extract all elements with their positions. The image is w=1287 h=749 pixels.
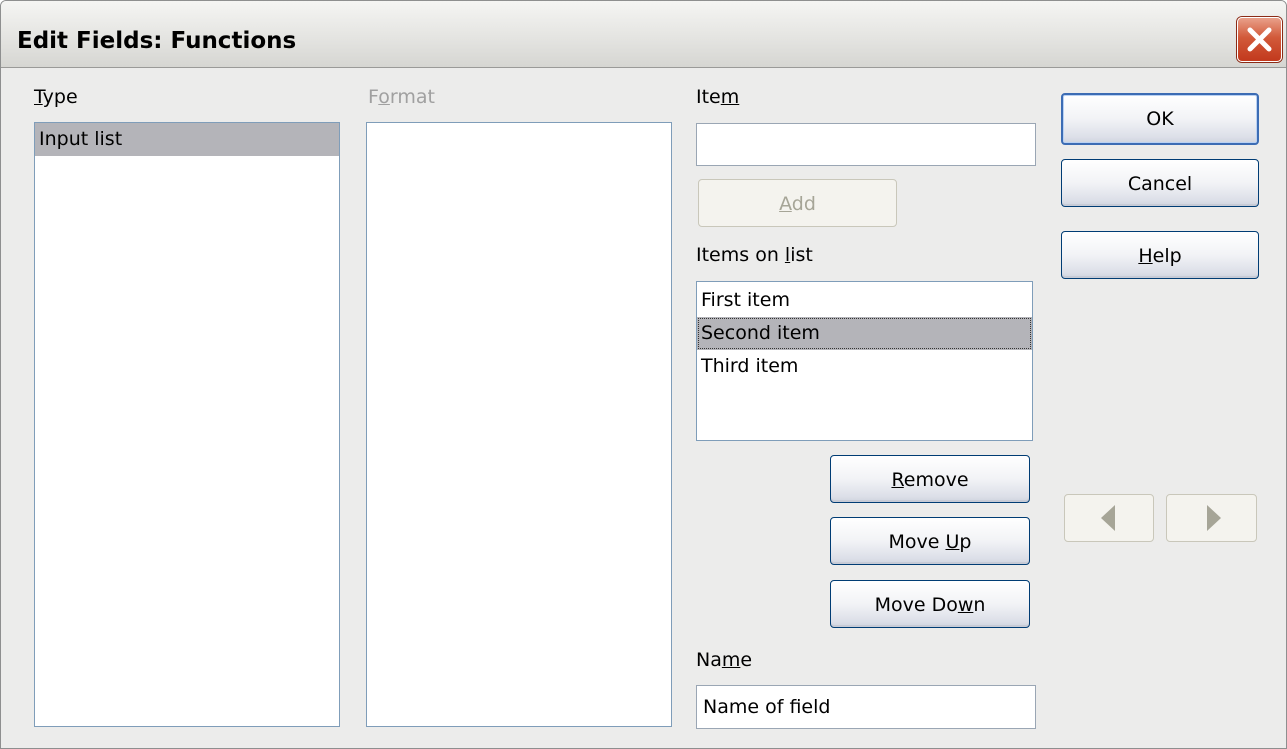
- edit-fields-dialog: Edit Fields: Functions Type Input list F…: [0, 0, 1287, 749]
- close-button[interactable]: [1237, 17, 1282, 62]
- items-on-list-label: Items on list: [696, 244, 813, 266]
- item-label: Item: [696, 86, 740, 108]
- add-button[interactable]: Add: [698, 179, 897, 227]
- move-up-button[interactable]: Move Up: [830, 517, 1030, 565]
- previous-button[interactable]: [1064, 494, 1154, 542]
- next-button[interactable]: [1166, 494, 1257, 542]
- help-button[interactable]: Help: [1061, 231, 1259, 279]
- items-on-list[interactable]: First item Second item Third item: [696, 281, 1033, 441]
- dialog-title: Edit Fields: Functions: [17, 28, 297, 54]
- list-item[interactable]: Second item: [697, 317, 1032, 350]
- type-list[interactable]: Input list: [34, 122, 340, 727]
- arrow-right-icon: [1207, 505, 1221, 531]
- list-item[interactable]: First item: [697, 284, 1032, 317]
- arrow-left-icon: [1101, 505, 1115, 531]
- name-input[interactable]: [696, 685, 1036, 729]
- item-input[interactable]: [696, 123, 1036, 166]
- cancel-button[interactable]: Cancel: [1061, 159, 1259, 207]
- format-list[interactable]: [366, 122, 672, 727]
- title-bar: Edit Fields: Functions: [1, 1, 1286, 68]
- remove-button[interactable]: Remove: [830, 455, 1030, 503]
- list-item[interactable]: Third item: [697, 350, 1032, 383]
- list-item[interactable]: Input list: [35, 123, 339, 156]
- name-label: Name: [696, 649, 753, 671]
- move-down-button[interactable]: Move Down: [830, 580, 1030, 628]
- format-label: Format: [368, 86, 435, 108]
- type-label: Type: [34, 86, 78, 108]
- close-icon: [1247, 27, 1272, 52]
- ok-button[interactable]: OK: [1061, 93, 1259, 145]
